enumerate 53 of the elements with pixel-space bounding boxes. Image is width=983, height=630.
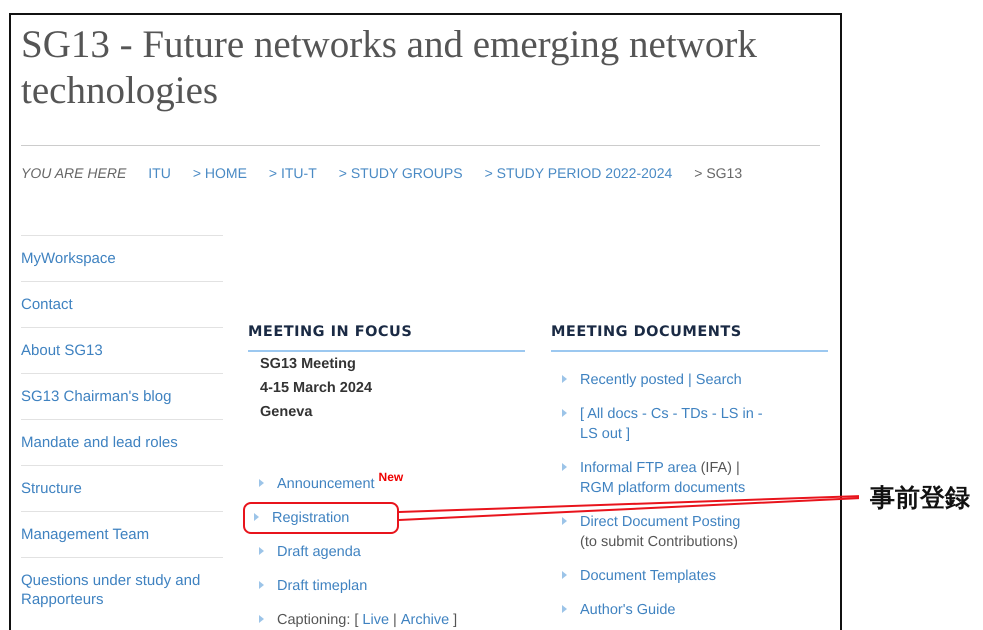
new-label: New xyxy=(378,471,404,483)
sidebar-link[interactable]: Questions under study and Rapporteurs xyxy=(21,557,223,622)
link[interactable]: Document Templates xyxy=(580,566,716,586)
breadcrumb-link[interactable]: > STUDY GROUPS xyxy=(338,165,463,181)
triangle-icon xyxy=(562,409,567,417)
sidebar-link[interactable]: Structure xyxy=(21,465,223,511)
sidebar-link[interactable]: MyWorkspace xyxy=(21,235,223,281)
sidebar-link[interactable]: Mandate and lead roles xyxy=(21,419,223,465)
item-text: (to submit Contributions) xyxy=(580,533,738,552)
link[interactable]: Informal FTP area xyxy=(580,458,697,478)
link[interactable]: Direct Document Posting xyxy=(580,512,740,532)
link[interactable]: [ All docs - Cs - TDs - LS in - xyxy=(580,404,763,424)
link[interactable]: Live xyxy=(362,610,390,630)
breadcrumb-link[interactable]: > HOME xyxy=(192,165,247,181)
triangle-icon xyxy=(562,605,567,613)
triangle-icon xyxy=(562,571,567,579)
triangle-icon xyxy=(259,479,264,487)
link[interactable]: Author's Guide xyxy=(580,600,676,620)
triangle-icon xyxy=(562,517,567,525)
item-text: (IFA) | xyxy=(700,459,740,478)
triangle-icon xyxy=(254,513,259,521)
meeting-info: SG13 Meeting xyxy=(260,355,357,374)
meeting-info: Geneva xyxy=(260,403,314,422)
link[interactable]: Archive xyxy=(400,610,450,630)
link[interactable]: Recently posted | Search xyxy=(580,370,742,390)
link[interactable]: LS out ] xyxy=(580,424,630,444)
breadcrumb-link[interactable]: ITU xyxy=(148,165,171,181)
item-text: Captioning: [ xyxy=(277,611,358,630)
triangle-icon xyxy=(259,581,264,589)
sidebar-link[interactable]: Contact xyxy=(21,281,223,327)
sidebar-link[interactable]: Management Team xyxy=(21,511,223,557)
breadcrumb-label: YOU ARE HERE xyxy=(21,165,126,181)
item-text: | xyxy=(393,611,397,630)
triangle-icon xyxy=(259,615,264,623)
link[interactable]: Draft timeplan xyxy=(277,576,368,596)
link[interactable]: RGM platform documents xyxy=(580,478,746,498)
item-text: ] xyxy=(453,611,458,630)
link[interactable]: Registration xyxy=(272,508,350,528)
page-title: SG13 - Future networks and emerging network technologies xyxy=(21,22,820,146)
triangle-icon xyxy=(562,375,567,383)
annotation-label: 事前登録 xyxy=(870,482,970,514)
breadcrumb-link[interactable]: > SG13 xyxy=(694,165,742,181)
triangle-icon xyxy=(259,547,264,555)
section-heading: MEETING IN FOCUS xyxy=(248,324,525,352)
sidebar-link[interactable]: SG13 Chairman's blog xyxy=(21,373,223,419)
link[interactable]: Announcement xyxy=(277,474,375,494)
section-heading: MEETING DOCUMENTS xyxy=(551,324,828,352)
breadcrumb-link[interactable]: > STUDY PERIOD 2022-2024 xyxy=(484,165,672,181)
meeting-info: 4-15 March 2024 xyxy=(260,379,374,398)
triangle-icon xyxy=(562,463,567,471)
sidebar-link[interactable]: About SG13 xyxy=(21,327,223,373)
link[interactable]: Draft agenda xyxy=(277,542,361,562)
breadcrumb-link[interactable]: > ITU-T xyxy=(268,165,317,181)
